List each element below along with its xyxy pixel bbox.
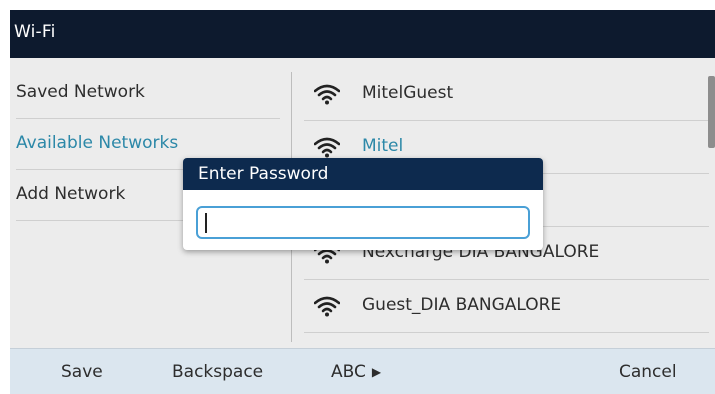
play-arrow-icon: ▶	[371, 365, 382, 379]
text-caret	[205, 213, 207, 233]
phone-screen: Wi-Fi Saved Network Available Networks A…	[10, 10, 715, 394]
backspace-button[interactable]: Backspace	[172, 349, 263, 394]
network-item-mitelguest[interactable]: MitelGuest	[304, 68, 709, 121]
title-bar: Wi-Fi	[10, 10, 715, 58]
softkey-bar: Save Backspace ABC ▶ Cancel	[10, 348, 715, 394]
wifi-icon	[314, 296, 340, 317]
cancel-button[interactable]: Cancel	[619, 349, 677, 394]
abc-label: ABC	[331, 362, 366, 382]
menu-item-label: Add Network	[16, 184, 126, 204]
menu-item-label: Available Networks	[16, 133, 179, 153]
wifi-icon	[314, 137, 340, 158]
password-dialog: Enter Password	[183, 158, 543, 250]
abc-button[interactable]: ABC ▶	[331, 349, 381, 394]
save-button[interactable]: Save	[61, 349, 103, 394]
password-input[interactable]	[196, 206, 530, 239]
dialog-title: Enter Password	[183, 158, 543, 190]
network-name: MitelGuest	[362, 83, 454, 103]
wifi-icon	[314, 84, 340, 105]
scrollbar[interactable]	[708, 76, 715, 148]
network-name: Mitel	[362, 136, 404, 156]
menu-item-saved-network[interactable]: Saved Network	[16, 68, 280, 119]
menu-item-label: Saved Network	[16, 82, 145, 102]
page-title: Wi-Fi	[14, 22, 56, 42]
network-item-guest-dia[interactable]: Guest_DIA BANGALORE	[304, 280, 709, 333]
network-name: Guest_DIA BANGALORE	[362, 295, 562, 315]
